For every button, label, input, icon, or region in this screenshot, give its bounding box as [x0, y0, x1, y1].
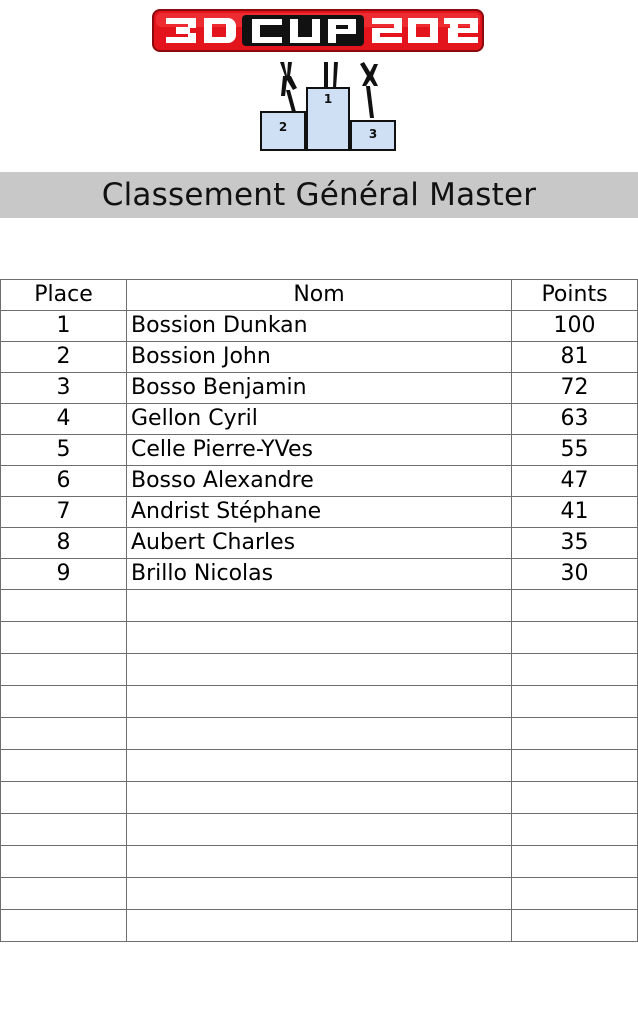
points-cell: 81	[511, 341, 638, 373]
place-cell: 2	[0, 341, 127, 373]
place-cell	[0, 813, 127, 846]
points-cell	[511, 781, 638, 814]
table-row	[0, 717, 638, 750]
name-cell	[126, 621, 512, 654]
name-cell: Aubert Charles	[126, 527, 512, 559]
header-points: Points	[511, 279, 638, 311]
name-cell	[126, 653, 512, 686]
name-cell: Andrist Stéphane	[126, 496, 512, 528]
points-cell: 55	[511, 434, 638, 466]
name-cell	[126, 781, 512, 814]
name-cell: Gellon Cyril	[126, 403, 512, 435]
podium-label-2: 2	[279, 120, 287, 134]
name-cell: Bosso Benjamin	[126, 372, 512, 404]
ranking-table: Place Nom Points 1 Bossion Dunkan 100 2 Boss…	[0, 279, 638, 942]
ranking-table-body: 1 Bossion Dunkan 100 2 Bossion John 81 3 Bosso …	[0, 310, 638, 942]
title-bar: Classement Général Master	[0, 172, 638, 218]
points-cell: 47	[511, 465, 638, 497]
table-row	[0, 653, 638, 686]
table-row	[0, 749, 638, 782]
points-cell	[511, 717, 638, 750]
place-cell: 9	[0, 558, 127, 590]
points-cell: 30	[511, 558, 638, 590]
table-row: 7 Andrist Stéphane 41	[0, 496, 638, 528]
points-cell: 35	[511, 527, 638, 559]
name-cell	[126, 909, 512, 942]
name-cell	[126, 749, 512, 782]
place-cell: 5	[0, 434, 127, 466]
name-cell	[126, 877, 512, 910]
table-row	[0, 845, 638, 878]
name-cell	[126, 845, 512, 878]
place-cell	[0, 877, 127, 910]
name-cell: Bossion Dunkan	[126, 310, 512, 342]
place-cell: 4	[0, 403, 127, 435]
name-cell: Bossion John	[126, 341, 512, 373]
table-row	[0, 589, 638, 622]
points-cell	[511, 685, 638, 718]
table-row	[0, 813, 638, 846]
points-cell	[511, 749, 638, 782]
podium-label-1: 1	[324, 92, 332, 106]
podium-label-3: 3	[369, 127, 377, 141]
name-cell: Bosso Alexandre	[126, 465, 512, 497]
place-cell	[0, 621, 127, 654]
table-row: 4 Gellon Cyril 63	[0, 403, 638, 435]
points-cell	[511, 877, 638, 910]
table-row: 8 Aubert Charles 35	[0, 527, 638, 559]
points-cell	[511, 621, 638, 654]
place-cell: 7	[0, 496, 127, 528]
name-cell	[126, 589, 512, 622]
table-row: 5 Celle Pierre-YVes 55	[0, 434, 638, 466]
name-cell	[126, 685, 512, 718]
podium-illustration: 2 1 3	[260, 62, 396, 151]
table-row	[0, 621, 638, 654]
place-cell: 6	[0, 465, 127, 497]
place-cell: 8	[0, 527, 127, 559]
points-cell: 72	[511, 372, 638, 404]
place-cell	[0, 717, 127, 750]
table-row: 6 Bosso Alexandre 47	[0, 465, 638, 497]
points-cell: 100	[511, 310, 638, 342]
place-cell	[0, 653, 127, 686]
points-cell	[511, 909, 638, 942]
table-row: 2 Bossion John 81	[0, 341, 638, 373]
place-cell: 1	[0, 310, 127, 342]
name-cell: Celle Pierre-YVes	[126, 434, 512, 466]
place-cell	[0, 909, 127, 942]
name-cell	[126, 813, 512, 846]
table-row	[0, 877, 638, 910]
place-cell: 3	[0, 372, 127, 404]
place-cell	[0, 685, 127, 718]
place-cell	[0, 589, 127, 622]
name-cell	[126, 717, 512, 750]
page-title: Classement Général Master	[101, 177, 537, 213]
3d-cup-2012-logo	[152, 9, 484, 52]
table-row	[0, 781, 638, 814]
points-cell	[511, 845, 638, 878]
name-cell: Brillo Nicolas	[126, 558, 512, 590]
points-cell	[511, 653, 638, 686]
table-row: 1 Bossion Dunkan 100	[0, 310, 638, 342]
table-row	[0, 685, 638, 718]
place-cell	[0, 749, 127, 782]
place-cell	[0, 781, 127, 814]
header-place: Place	[0, 279, 127, 311]
table-row: 9 Brillo Nicolas 30	[0, 558, 638, 590]
place-cell	[0, 845, 127, 878]
points-cell: 63	[511, 403, 638, 435]
points-cell	[511, 813, 638, 846]
table-row	[0, 909, 638, 942]
points-cell: 41	[511, 496, 638, 528]
points-cell	[511, 589, 638, 622]
header-name: Nom	[126, 279, 512, 311]
table-row: 3 Bosso Benjamin 72	[0, 372, 638, 404]
table-header-row: Place Nom Points	[0, 279, 638, 311]
